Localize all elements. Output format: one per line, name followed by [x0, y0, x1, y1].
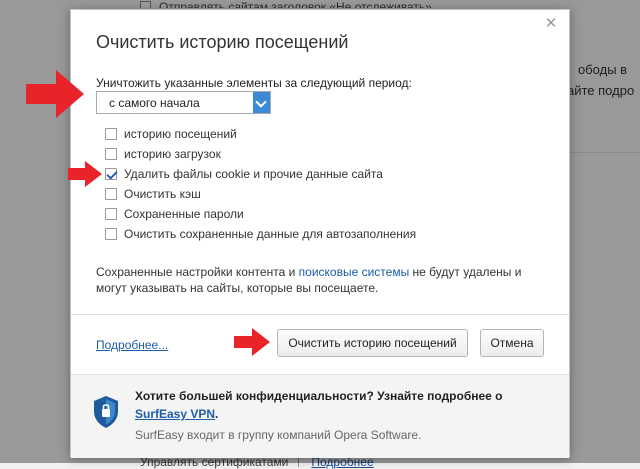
- option-label: Сохраненные пароли: [124, 207, 244, 221]
- checkbox[interactable]: [105, 208, 117, 220]
- surfeasy-vpn-link[interactable]: SurfEasy VPN: [135, 407, 215, 421]
- promo-title: Хотите большей конфиденциальности? Узнай…: [135, 389, 503, 403]
- promo-link-line: SurfEasy VPN.: [135, 407, 218, 421]
- option-label: Очистить сохраненные данные для автозапо…: [124, 227, 417, 241]
- option-label: Очистить кэш: [124, 187, 201, 201]
- period-label: Уничтожить указанные элементы за следующ…: [96, 76, 412, 90]
- shield-icon: [94, 396, 118, 428]
- promo-link-suffix: .: [215, 407, 219, 421]
- promo-subtitle: SurfEasy входит в группу компаний Opera …: [135, 428, 422, 442]
- checkbox[interactable]: [105, 188, 117, 200]
- divider: [71, 314, 569, 315]
- close-icon[interactable]: ✕: [543, 16, 559, 32]
- cancel-button[interactable]: Отмена: [480, 329, 544, 357]
- chevron-down-icon[interactable]: [253, 92, 270, 113]
- clear-history-button[interactable]: Очистить историю посещений: [277, 329, 468, 357]
- checkbox[interactable]: [105, 228, 117, 240]
- checkbox[interactable]: [105, 148, 117, 160]
- content-settings-notice: Сохраненные настройки контента и поисков…: [96, 264, 546, 296]
- annotation-arrow-icon: [26, 70, 84, 118]
- clear-history-dialog: ✕ Очистить историю посещений Уничтожить …: [70, 9, 570, 458]
- checkbox[interactable]: [105, 168, 117, 180]
- dialog-title: Очистить историю посещений: [96, 32, 349, 52]
- notice-text-1: Сохраненные настройки контента и: [96, 265, 299, 279]
- search-engines-link[interactable]: поисковые системы: [299, 265, 410, 279]
- option-label: Удалить файлы cookie и прочие данные сай…: [124, 167, 383, 181]
- annotation-arrow-icon: [234, 328, 270, 356]
- period-select[interactable]: с самого начала: [96, 91, 271, 114]
- annotation-arrow-icon: [68, 161, 102, 187]
- option-label: историю посещений: [124, 127, 237, 141]
- learn-more-link[interactable]: Подробнее...: [96, 338, 168, 352]
- vpn-promo: Хотите большей конфиденциальности? Узнай…: [71, 374, 569, 458]
- checkbox[interactable]: [105, 128, 117, 140]
- option-label: историю загрузок: [124, 147, 221, 161]
- period-select-value: с самого начала: [109, 96, 200, 110]
